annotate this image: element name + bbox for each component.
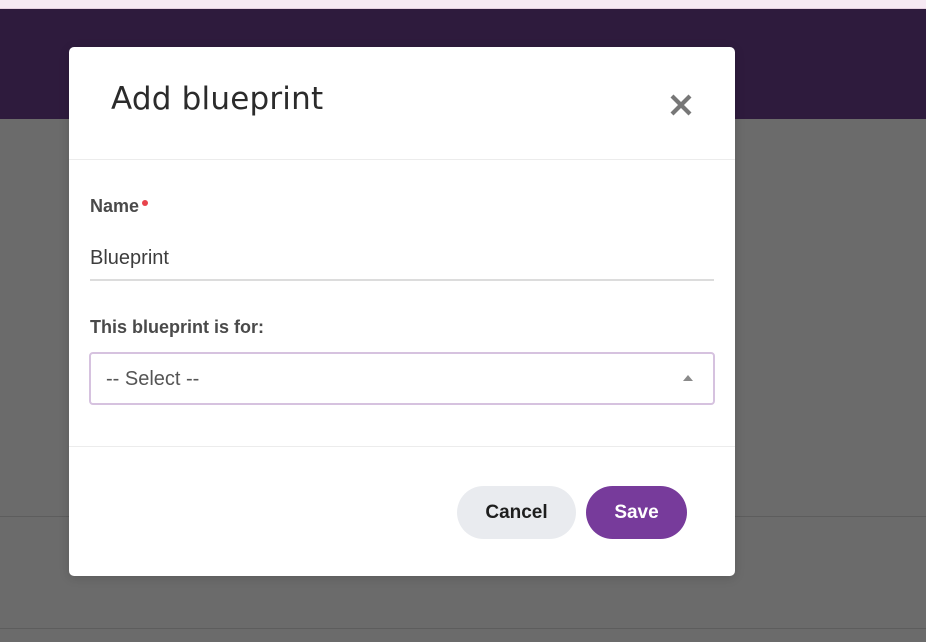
- name-field-label: Name: [90, 196, 149, 217]
- save-button[interactable]: Save: [586, 486, 687, 539]
- background-divider: [0, 628, 926, 629]
- name-label-text: Name: [90, 196, 140, 216]
- caret-up-icon: [682, 374, 694, 382]
- blueprint-for-select[interactable]: -- Select --: [89, 352, 715, 405]
- name-input[interactable]: [90, 237, 714, 281]
- blueprint-for-label: This blueprint is for:: [90, 317, 264, 337]
- cancel-button[interactable]: Cancel: [457, 486, 576, 539]
- close-button[interactable]: [667, 91, 695, 119]
- dialog-body: Name This blueprint is for: -- Select --: [69, 160, 735, 447]
- add-blueprint-dialog: Add blueprint Name This blueprint is for…: [69, 47, 735, 576]
- close-icon: [670, 94, 692, 116]
- dialog-header: Add blueprint: [69, 47, 735, 160]
- top-accent-strip: [0, 0, 926, 9]
- dialog-title: Add blueprint: [111, 81, 324, 117]
- required-indicator: [142, 200, 149, 206]
- select-value: -- Select --: [106, 368, 200, 390]
